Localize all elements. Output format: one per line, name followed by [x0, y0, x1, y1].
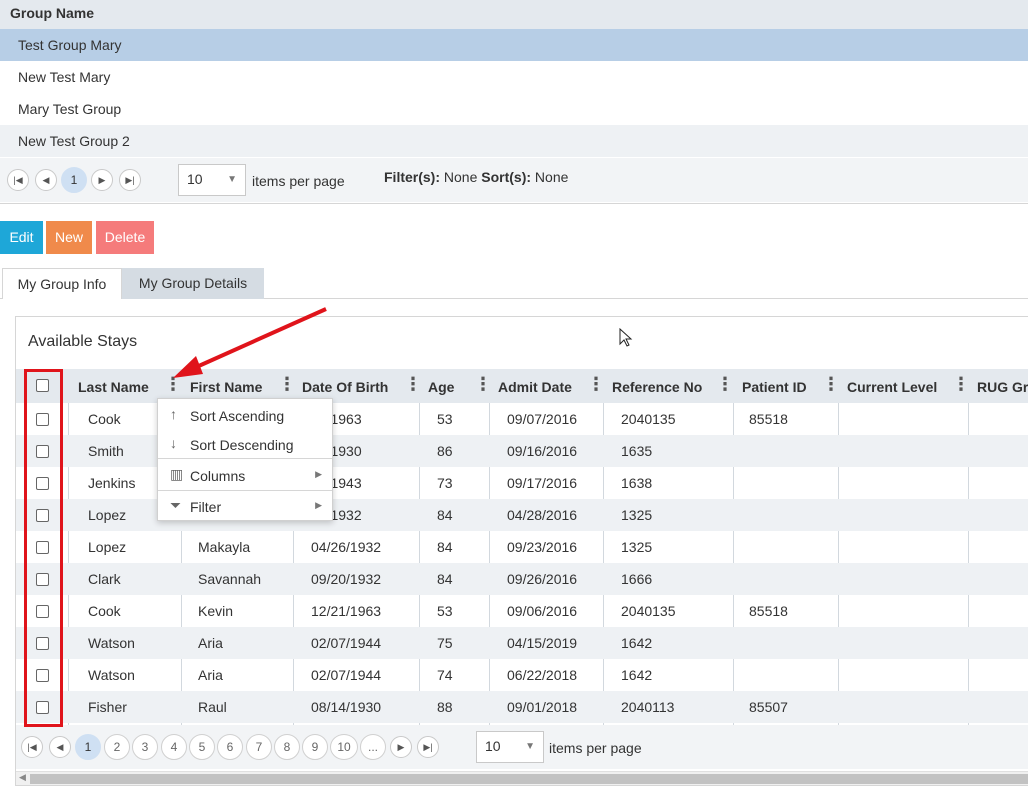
annotation-arrow-head — [173, 356, 203, 378]
annotation-arrow-shaft — [191, 307, 327, 371]
annotation-arrow — [173, 307, 327, 378]
mouse-cursor-icon — [619, 328, 633, 347]
